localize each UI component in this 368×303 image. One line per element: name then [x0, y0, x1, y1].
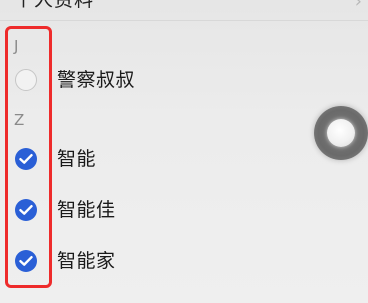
profile-row-title: 个人资料 — [14, 0, 95, 11]
assistive-touch-button[interactable] — [314, 106, 368, 160]
chevron-right-icon: › — [354, 0, 362, 12]
contact-name: 智能家 — [57, 250, 116, 272]
checkbox-checked-icon[interactable] — [15, 148, 37, 170]
contact-name: 智能佳 — [57, 199, 116, 221]
checkbox-checked-icon[interactable] — [15, 250, 37, 272]
contact-select-screen: 个人资料 › J 警察叔叔 Z 智能 智能佳 智能家 — [0, 0, 368, 303]
contact-name: 警察叔叔 — [57, 69, 136, 91]
contact-item[interactable]: 智能佳 — [0, 186, 368, 234]
profile-row[interactable]: 个人资料 › — [0, 0, 368, 21]
contact-item[interactable]: 智能 — [0, 135, 368, 183]
checkmark-icon — [19, 154, 33, 164]
contact-item[interactable]: 警察叔叔 — [0, 56, 368, 104]
checkmark-icon — [19, 205, 33, 215]
assistive-touch-icon — [327, 119, 355, 147]
checkbox-unchecked-icon[interactable] — [15, 69, 37, 91]
checkbox-checked-icon[interactable] — [15, 199, 37, 221]
section-index-j: J — [14, 37, 19, 55]
contact-name: 智能 — [57, 148, 97, 170]
checkmark-icon — [19, 256, 33, 266]
section-index-z: Z — [14, 111, 25, 129]
contact-item[interactable]: 智能家 — [0, 237, 368, 285]
